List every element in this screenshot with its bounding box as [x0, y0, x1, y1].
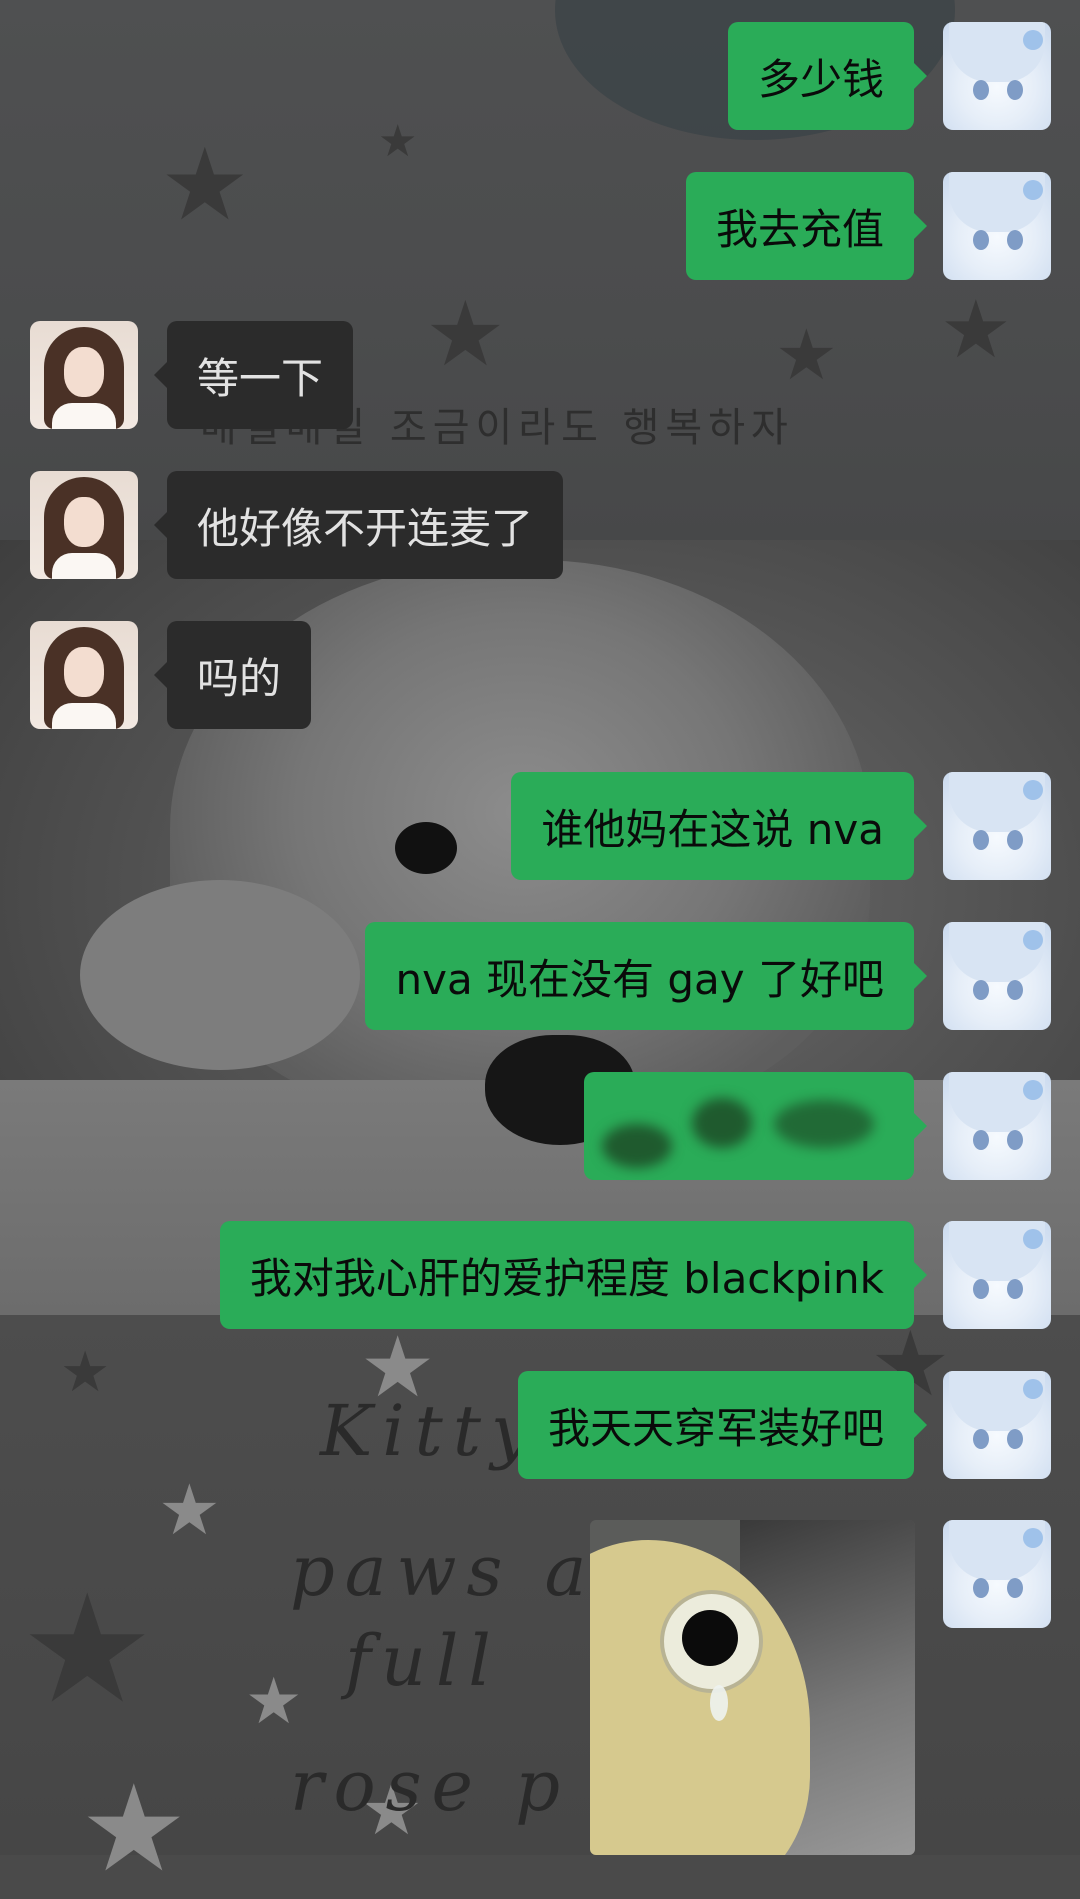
my-avatar[interactable]	[943, 22, 1051, 130]
my-avatar[interactable]	[943, 1520, 1051, 1628]
avatar-flower	[1023, 1229, 1043, 1249]
my-avatar[interactable]	[943, 922, 1051, 1030]
my-avatar[interactable]	[943, 772, 1051, 880]
star-icon: ★	[158, 1469, 221, 1551]
avatar-flower	[1023, 180, 1043, 200]
star-icon: ★	[425, 282, 506, 387]
tear-icon	[710, 1685, 728, 1721]
avatar-eye	[1007, 1429, 1023, 1449]
message-bubble[interactable]: 谁他妈在这说 nva	[511, 772, 927, 880]
contact-avatar[interactable]	[30, 321, 138, 429]
message-bubble[interactable]: 我去充值	[685, 172, 928, 280]
avatar-eye	[973, 1279, 989, 1299]
star-icon: ★	[940, 283, 1012, 376]
avatar-eye	[973, 980, 989, 1000]
contact-avatar[interactable]	[30, 621, 138, 729]
contact-avatar[interactable]	[30, 471, 138, 579]
avatar-body	[52, 403, 116, 429]
message-bubble[interactable]: 我天天穿军装好吧	[517, 1371, 928, 1479]
avatar-face	[64, 347, 104, 397]
message-bubble[interactable]: 等一下	[153, 321, 354, 429]
message-text: 我天天穿军装好吧	[547, 1403, 884, 1453]
avatar-flower	[1023, 780, 1043, 800]
avatar-face	[64, 497, 104, 547]
star-icon: ★	[20, 1563, 155, 1737]
avatar-eye	[973, 80, 989, 100]
avatar-flower	[1023, 1379, 1043, 1399]
message-text: 谁他妈在这说 nva	[541, 804, 884, 854]
my-avatar[interactable]	[943, 1371, 1051, 1479]
avatar-flower	[1023, 30, 1043, 50]
redaction-scribble	[774, 1100, 874, 1148]
avatar-eye	[1007, 1578, 1023, 1598]
message-text: 多少钱	[757, 54, 884, 104]
my-avatar[interactable]	[943, 172, 1051, 280]
wallpaper-scribble: Kitty	[320, 1390, 541, 1472]
image-message[interactable]	[590, 1520, 915, 1855]
message-bubble[interactable]: 吗的	[153, 621, 312, 729]
message-bubble[interactable]: 多少钱	[727, 22, 928, 130]
my-avatar[interactable]	[943, 1072, 1051, 1180]
message-text: 吗的	[197, 653, 282, 703]
wallpaper-scribble: rose p	[290, 1745, 571, 1827]
wallpaper-scribble: paws a	[290, 1530, 597, 1612]
avatar-eye	[1007, 1279, 1023, 1299]
star-icon: ★	[245, 1665, 303, 1739]
avatar-flower	[1023, 1528, 1043, 1548]
avatar-flower	[1023, 930, 1043, 950]
avatar-face	[64, 647, 104, 697]
avatar-eye	[973, 1578, 989, 1598]
star-icon: ★	[60, 1340, 111, 1405]
message-text: 我对我心肝的爱护程度 blackpink	[249, 1253, 884, 1303]
message-text: 等一下	[197, 353, 324, 403]
dog-paw	[80, 880, 360, 1070]
avatar-body	[52, 553, 116, 579]
message-bubble-redacted[interactable]	[584, 1072, 927, 1180]
dog-eye-left	[395, 822, 457, 874]
avatar-eye	[973, 1130, 989, 1150]
message-text: nva 现在没有 gay 了好吧	[395, 954, 884, 1004]
avatar-eye	[1007, 830, 1023, 850]
redaction-scribble	[692, 1098, 752, 1148]
message-bubble[interactable]: 我对我心肝的爱护程度 blackpink	[219, 1221, 928, 1329]
avatar-eye	[1007, 980, 1023, 1000]
message-text: 我去充值	[715, 204, 884, 254]
avatar-flower	[1023, 1080, 1043, 1100]
wallpaper-scribble: full	[345, 1620, 501, 1702]
plush-pupil	[682, 1610, 738, 1666]
avatar-eye	[1007, 230, 1023, 250]
star-icon: ★	[775, 314, 838, 396]
avatar-eye	[973, 230, 989, 250]
star-icon: ★	[378, 116, 418, 167]
my-avatar[interactable]	[943, 1221, 1051, 1329]
message-bubble[interactable]: 他好像不开连麦了	[153, 471, 564, 579]
star-icon: ★	[80, 1760, 188, 1899]
avatar-eye	[973, 1429, 989, 1449]
redaction-scribble	[602, 1124, 672, 1168]
avatar-eye	[973, 830, 989, 850]
star-icon: ★	[160, 126, 250, 243]
avatar-eye	[1007, 80, 1023, 100]
message-text: 他好像不开连麦了	[197, 503, 534, 553]
message-bubble[interactable]: nva 现在没有 gay 了好吧	[365, 922, 927, 1030]
avatar-body	[52, 703, 116, 729]
avatar-eye	[1007, 1130, 1023, 1150]
